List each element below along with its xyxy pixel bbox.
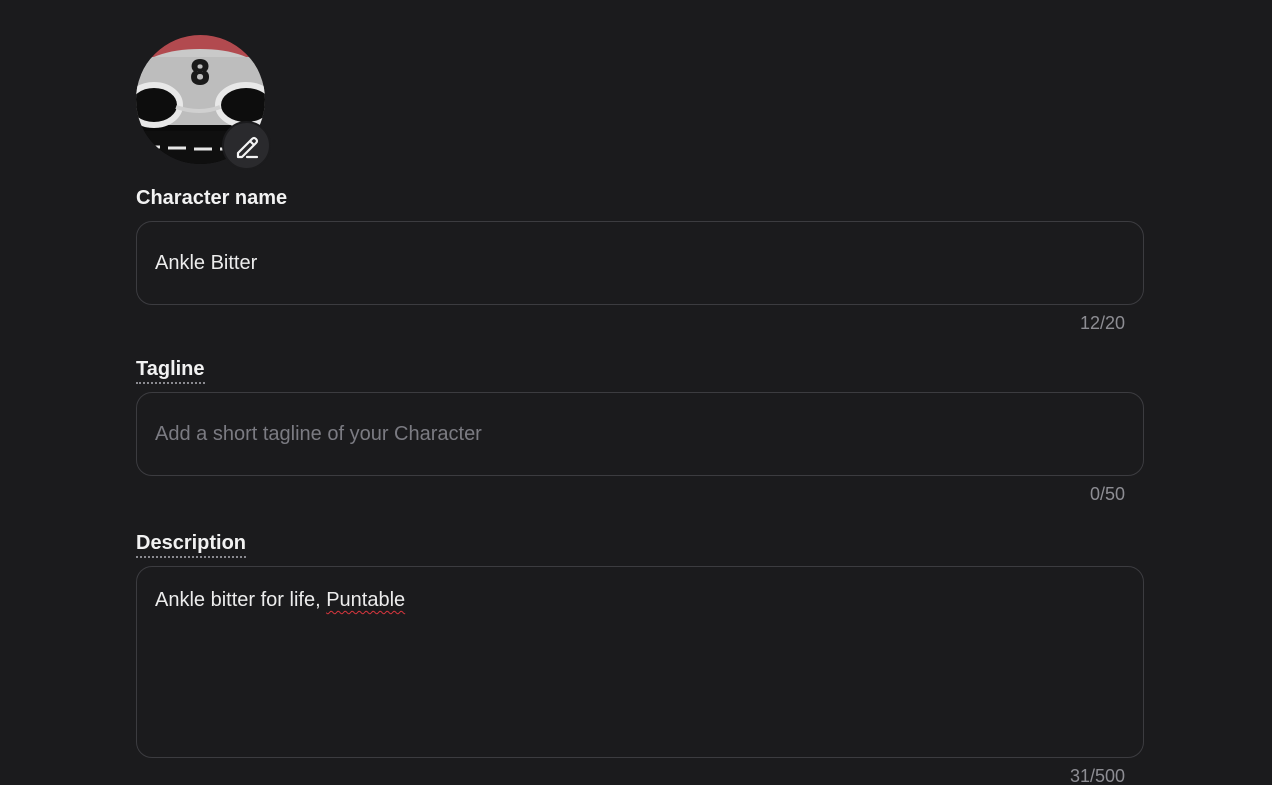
tagline-input[interactable]: Add a short tagline of your Character (136, 392, 1144, 476)
description-label: Description (136, 531, 247, 558)
character-editor: 8 Character name Ankle Bitter 12/20 Tagl… (0, 0, 1272, 785)
tagline-placeholder: Add a short tagline of your Character (155, 423, 482, 445)
description-counter: 31/500 (1069, 766, 1125, 785)
character-name-value: Ankle Bitter (155, 252, 258, 274)
edit-avatar-button[interactable] (222, 121, 271, 170)
description-text: Ankle bitter for life, (155, 589, 327, 611)
tagline-counter: 0/50 (1089, 484, 1125, 504)
description-textarea[interactable]: Ankle bitter for life, Puntable (136, 566, 1144, 758)
tagline-label: Tagline (136, 357, 205, 384)
pencil-icon (236, 136, 258, 158)
character-name-counter: 12/20 (1079, 313, 1125, 333)
misspelled-word: Puntable (326, 589, 406, 611)
character-name-label: Character name (136, 187, 288, 209)
svg-text:8: 8 (190, 56, 209, 91)
character-name-input[interactable]: Ankle Bitter (136, 221, 1144, 305)
avatar-container: 8 (136, 35, 272, 171)
